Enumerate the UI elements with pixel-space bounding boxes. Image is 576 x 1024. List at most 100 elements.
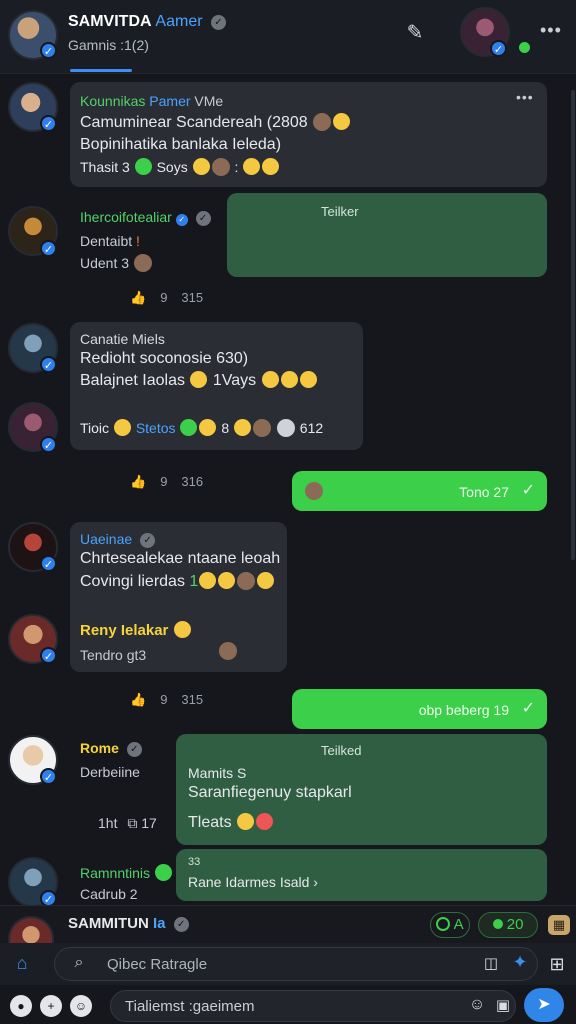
message-text: Tendro gt3 [80, 647, 147, 663]
message-text: Saranfiegenuy stapkarl [188, 784, 352, 801]
verified-badge-icon: ✓ [40, 436, 57, 453]
live-counter-value: 20 [506, 916, 524, 933]
verified-badge-icon: ✓ [490, 40, 507, 57]
message-text: Rane Idarmes Isald [188, 874, 310, 890]
verified-badge-icon: ✓ [40, 555, 57, 572]
more-options-icon[interactable]: ••• [540, 20, 562, 41]
message-text: Bopinihatika banlaka Ieleda) [80, 136, 282, 153]
verified-badge-icon: ✓ [40, 356, 57, 373]
message-text: 8 [221, 420, 230, 436]
message-bubble-outgoing[interactable]: 33 Rane Idarmes Isald › [176, 849, 547, 901]
message-bubble-outgoing[interactable]: Tono 27 ✓ [292, 471, 547, 511]
scrollbar[interactable] [571, 90, 575, 560]
message-bubble[interactable]: Kounnikas Pamer VMe ••• Camuminear Scand… [70, 82, 547, 187]
reaction-row[interactable]: 👍 9 315 [130, 692, 217, 708]
message-bubble-outgoing[interactable]: Teilker [227, 193, 547, 277]
message-bubble[interactable]: Uaeinae ✓ Chrtesealekae ntaane leoah Cov… [70, 522, 287, 672]
verified-badge-icon: ✓ [175, 214, 188, 226]
chat-title[interactable]: SAMVITDA Aamer ✓ [68, 13, 226, 31]
message-meta: Rome ✓ Derbeiine 1ht ⧉ 17 [80, 740, 175, 835]
reaction-avatar [211, 158, 230, 176]
check-icon: ✓ [126, 742, 142, 757]
like-icon[interactable]: 👍 [130, 290, 146, 305]
call-counter[interactable]: A [430, 912, 470, 938]
message-bubble[interactable]: Ihercoifotealiar ✓ ✓ Dentaibt ! Udent 3 [70, 196, 224, 276]
emoji-icon [262, 158, 280, 175]
sender-name[interactable]: Canatie Miels [80, 328, 165, 350]
live-counter[interactable]: 20 [478, 912, 538, 938]
message-bubble-outgoing[interactable]: obp beberg 19 ✓ [292, 689, 547, 729]
message-bubble[interactable]: Canatie Miels Redioht soconosie 630) Bal… [70, 322, 363, 450]
message-bubble-outgoing[interactable]: Teilked Mamits S Saranfiegenuy stapkarl … [176, 734, 547, 845]
like-icon[interactable]: 👍 [130, 692, 146, 707]
message-menu-icon[interactable]: ••• [516, 86, 534, 108]
message-text: Redioht soconosie 630) [80, 350, 249, 367]
check-icon: ✓ [211, 15, 226, 30]
search-input[interactable]: ⌕ Qibec Ratragle ◫ ✦ [54, 947, 538, 981]
sparkle-icon[interactable]: ✦ [509, 952, 531, 973]
active-chat-bar[interactable]: SAMMITUN Ia ✓ A 20 ▦ [0, 905, 576, 962]
message-input[interactable]: Tialiemst :gaeimem ☺ ▣ [110, 990, 516, 1022]
message-text: Udent 3 [80, 255, 130, 271]
verified-badge-icon: ✓ [40, 115, 57, 132]
emoji-icon [257, 572, 275, 589]
camera-icon[interactable]: ◫ [481, 954, 501, 972]
sender-name-tail: VMe [194, 93, 224, 109]
broken-heart-icon [256, 813, 274, 830]
sticker-icon[interactable]: ▦ [548, 915, 570, 935]
reaction-row[interactable]: 👍 9 316 [130, 474, 217, 490]
message-text: Camuminear Scandereah (2808 [80, 114, 308, 131]
emoji-icon [134, 158, 152, 175]
live-dot-icon [492, 919, 503, 929]
check-icon: ✓ [140, 533, 156, 548]
message-label: Teilker [321, 204, 359, 219]
reaction-count: 315 [181, 290, 204, 305]
like-icon[interactable]: 👍 [130, 474, 146, 489]
message-text: Tioic [80, 420, 110, 436]
emoji-icon [173, 621, 191, 638]
reaction-avatar [133, 254, 152, 272]
message-text: Mamits [188, 765, 234, 781]
sender-name[interactable]: Kounnikas [80, 93, 145, 109]
message-meta-text: 1ht [98, 815, 118, 831]
message-text: 612 [299, 420, 324, 436]
emoji-picker-icon[interactable]: ☺ [70, 995, 92, 1017]
verified-badge-icon: ✓ [40, 42, 57, 59]
message-placeholder: Tialiemst :gaeimem [125, 998, 255, 1015]
verified-badge-icon: ✓ [40, 647, 57, 664]
comment-icon[interactable]: 9 [160, 290, 167, 305]
sender-name[interactable]: Reny Ielakar [80, 622, 168, 639]
copy-icon[interactable]: ⧉ [127, 815, 137, 831]
comment-icon[interactable]: 9 [160, 692, 167, 707]
message-text: Tono 27 [459, 484, 509, 500]
add-icon[interactable]: + [40, 995, 62, 1017]
emoji-icon [218, 572, 236, 589]
message-text: 1 [189, 573, 199, 590]
sender-name[interactable]: Uaeinae [80, 531, 132, 547]
sender-name[interactable]: Rome [80, 740, 119, 756]
message-label: 33 [188, 856, 201, 868]
reaction-avatar [305, 482, 323, 500]
home-icon[interactable]: ⌂ [10, 953, 34, 975]
sticker-icon[interactable]: ☺ [467, 996, 487, 1014]
send-button[interactable]: ➤ [524, 988, 564, 1022]
chat-header: ✓ SAMVITDA Aamer ✓ Gamnis :1(2) ✎ ✓ ••• [0, 0, 576, 74]
message-text: Soys [156, 159, 188, 175]
active-chat-title-accent: Ia [153, 915, 166, 932]
sender-name[interactable]: Ramnntinis [80, 865, 150, 881]
sender-name[interactable]: Ihercoifotealiar [80, 209, 172, 225]
active-chat-title: SAMMITUN [68, 915, 149, 932]
forward-icon[interactable]: › [313, 874, 318, 890]
comment-icon[interactable]: 9 [160, 474, 167, 489]
camera-icon[interactable]: ● [10, 995, 32, 1017]
reaction-row[interactable]: 👍 9 315 [130, 290, 217, 306]
message-text: Thasit 3 [80, 159, 130, 175]
pin-icon[interactable]: ✎ [402, 20, 428, 46]
online-status-icon [517, 40, 532, 55]
message-meta-count: 17 [141, 815, 157, 831]
reaction-count: 316 [181, 474, 204, 489]
emoji-icon [199, 419, 217, 436]
message-text: Covingi lierdas [80, 573, 185, 590]
add-icon[interactable]: ⊞ [546, 953, 568, 975]
gif-icon[interactable]: ▣ [493, 996, 513, 1014]
